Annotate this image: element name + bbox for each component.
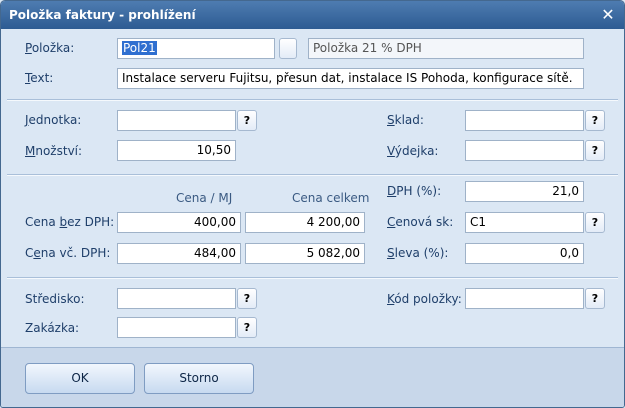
sklad-lookup-button[interactable]: ?	[585, 110, 605, 131]
zakazka-label: Zakázka:	[25, 321, 80, 335]
sleva-label: Sleva (%):	[387, 246, 449, 260]
stredisko-field[interactable]	[117, 288, 236, 309]
dialog-window: Položka faktury - prohlížení ✕ Položka: …	[0, 0, 625, 408]
text-label: Text:	[25, 71, 54, 85]
separator	[7, 99, 618, 101]
cena-bez-dph-unit-field[interactable]: 400,00	[117, 212, 241, 233]
ok-button[interactable]: OK	[25, 363, 135, 394]
dph-label: DPH (%):	[387, 184, 442, 198]
sklad-label: Sklad:	[387, 113, 424, 127]
button-bar: OK Storno	[1, 347, 624, 407]
cena-vc-dph-total-field[interactable]: 5 082,00	[245, 243, 365, 264]
jednotka-label: Jednotka:	[25, 113, 82, 127]
mnozstvi-label: Množství:	[25, 144, 83, 158]
zakazka-field[interactable]	[117, 317, 236, 338]
separator	[7, 174, 618, 176]
separator	[7, 277, 618, 279]
cena-vc-dph-label: Cena vč. DPH:	[25, 246, 111, 260]
polozka-code-field[interactable]: Pol21	[117, 38, 275, 59]
title-bar[interactable]: Položka faktury - prohlížení ✕	[1, 1, 624, 29]
cena-bez-dph-total-field[interactable]: 4 200,00	[245, 212, 365, 233]
close-icon[interactable]: ✕	[598, 5, 618, 25]
kod-polozky-lookup-button[interactable]: ?	[585, 288, 605, 309]
header-total-price: Cena celkem	[292, 191, 370, 205]
cenova-sk-field[interactable]: C1	[465, 212, 584, 233]
zakazka-lookup-button[interactable]: ?	[237, 317, 257, 338]
dph-field[interactable]: 21,0	[465, 181, 584, 202]
form-body: Položka: Pol21 Položka 21 % DPH Text: In…	[1, 29, 624, 347]
header-unit-price: Cena / MJ	[176, 191, 233, 205]
vydejka-label: Výdejka:	[387, 144, 439, 158]
stredisko-label: Středisko:	[25, 292, 85, 306]
cenova-sk-lookup-button[interactable]: ?	[585, 212, 605, 233]
mnozstvi-field[interactable]: 10,50	[117, 140, 236, 161]
jednotka-field[interactable]	[117, 110, 236, 131]
storno-button[interactable]: Storno	[144, 363, 254, 394]
kod-polozky-field[interactable]	[465, 288, 584, 309]
window-title: Položka faktury - prohlížení	[9, 8, 196, 22]
sklad-field[interactable]	[465, 110, 584, 131]
sleva-field[interactable]: 0,0	[465, 243, 584, 264]
vydejka-field[interactable]	[465, 140, 584, 161]
cena-vc-dph-unit-field[interactable]: 484,00	[117, 243, 241, 264]
stredisko-lookup-button[interactable]: ?	[237, 288, 257, 309]
text-field[interactable]: Instalace serveru Fujitsu, přesun dat, i…	[117, 68, 584, 89]
cena-bez-dph-label: Cena bez DPH:	[25, 215, 115, 229]
polozka-label: Položka:	[25, 41, 75, 55]
vydejka-lookup-button[interactable]: ?	[585, 140, 605, 161]
cenova-sk-label: Cenová sk:	[387, 215, 454, 229]
polozka-description-field[interactable]: Položka 21 % DPH	[308, 38, 584, 59]
kod-polozky-label: Kód položky:	[387, 292, 462, 306]
polozka-picker-button[interactable]	[279, 38, 297, 59]
jednotka-lookup-button[interactable]: ?	[237, 110, 257, 131]
